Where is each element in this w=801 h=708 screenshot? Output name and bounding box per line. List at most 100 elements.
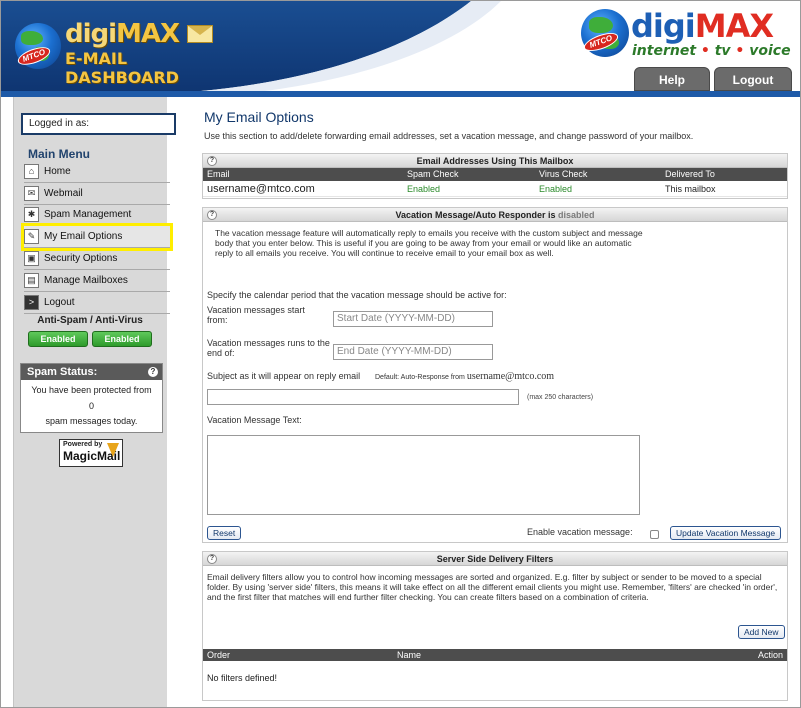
panel-title: Server Side Delivery Filters [436,554,554,564]
antivirus-enabled-button[interactable]: Enabled [92,331,152,347]
vacation-panel: ? Vacation Message/Auto Responder is dis… [202,207,788,543]
spam-status-box: Spam Status: ? You have been protected f… [20,363,163,433]
menu-title: Main Menu [28,147,90,161]
spam-status-line: spam messages today. [45,416,138,426]
column-header: Name [397,650,422,660]
panel-title: Email Addresses Using This Mailbox [416,156,574,166]
menu-item-webmail[interactable]: ✉ Webmail [24,183,170,205]
mailboxes-icon: ▤ [24,272,39,288]
delivered-to-cell: This mailbox [665,184,716,194]
lock-icon: ▣ [24,251,39,267]
subject-input[interactable] [207,389,519,405]
end-date-input[interactable]: End Date (YYYY-MM-DD) [333,344,493,360]
update-vacation-button[interactable]: Update Vacation Message [670,526,782,540]
start-date-label: Vacation messages start from: [207,305,305,325]
subject-default: Default: Auto-Response from username@mtc… [375,371,554,382]
menu-item-my-email-options[interactable]: ✎ My Email Options [21,223,173,252]
no-filters-message: No filters defined! [207,673,278,683]
table-header: Email Spam Check Virus Check Delivered T… [203,168,787,181]
help-tab[interactable]: Help [634,67,710,91]
subject-label: Subject as it will appear on reply email [207,371,361,381]
page-edge [795,97,800,707]
antispam-title: Anti-Spam / Anti-Virus [37,315,143,326]
help-icon[interactable]: ? [148,367,158,377]
mail-icon: ✉ [24,185,39,201]
email-cell: username@mtco.com [207,183,315,195]
app-frame: MTCO digiMAX E-MAIL DASHBOARD MTCO digiM… [0,0,801,708]
panel-header: ? Server Side Delivery Filters [203,552,787,566]
column-header: Spam Check [407,169,459,179]
help-icon[interactable]: ? [207,210,217,220]
wrench-icon: ✎ [24,229,39,245]
column-header: Email [207,169,230,179]
help-icon[interactable]: ? [207,554,217,564]
page-description: Use this section to add/delete forwardin… [204,131,694,141]
menu-item-spam-management[interactable]: ✱ Spam Management [24,205,170,227]
exit-icon: > [24,294,39,310]
home-icon: ⌂ [24,163,39,179]
filters-description: Email delivery filters allow you to cont… [207,572,778,602]
virus-check-cell: Enabled [539,184,573,194]
reset-button[interactable]: Reset [207,526,242,540]
menu-item-label: Home [44,165,71,177]
sidebar: Logged in as: Main Menu ⌂ Home ✉ Webmail… [13,97,176,707]
subject-default-email: username@mtco.com [466,371,555,382]
menu-item-security-options[interactable]: ▣ Security Options [24,248,170,270]
logo-title: digiMAX [631,7,774,45]
menu-item-label: Logout [44,296,75,308]
antispam-buttons: Enabled Enabled [28,331,152,347]
page-title: My Email Options [204,109,314,125]
subject-default-prefix: Default: Auto-Response from [375,374,467,381]
menu-item-home[interactable]: ⌂ Home [24,161,170,183]
header: MTCO digiMAX E-MAIL DASHBOARD MTCO digiM… [1,1,800,97]
vacation-intro: The vacation message feature will automa… [215,228,643,258]
enable-vacation-label: Enable vacation message: [527,527,633,537]
panel-title: Vacation Message/Auto Responder is [395,210,559,220]
bug-icon: ✱ [24,207,39,223]
logo-subtitle: E-MAIL DASHBOARD [65,49,179,87]
end-date-label: Vacation messages runs to the end of: [207,338,330,358]
enable-vacation-checkbox[interactable] [650,530,659,539]
menu-item-manage-mailboxes[interactable]: ▤ Manage Mailboxes [24,270,170,292]
logo-tagline: internet • tv • voice [632,43,791,59]
main-content: My Email Options Use this section to add… [202,97,788,707]
message-textarea[interactable] [207,435,640,515]
menu-item-label: Webmail [44,187,83,199]
menu-item-label: Spam Management [44,209,132,221]
magicmail-bolt-icon [107,443,119,457]
email-addresses-panel: ? Email Addresses Using This Mailbox Ema… [202,153,788,199]
column-header: Delivered To [665,169,715,179]
spam-status-title: Spam Status: [27,366,98,378]
column-header: Virus Check [539,169,588,179]
spam-count: 0 [88,400,94,411]
logout-tab[interactable]: Logout [714,67,792,91]
help-icon[interactable]: ? [207,156,217,166]
message-label: Vacation Message Text: [207,415,302,425]
menu-item-label: Security Options [44,253,118,265]
powered-by-magicmail-logo: Powered by MagicMail [59,439,123,467]
spam-status-line: You have been protected from [31,385,152,395]
dashboard-logo: MTCO digiMAX E-MAIL DASHBOARD [15,15,235,87]
envelope-icon [187,25,213,43]
delivery-filters-panel: ? Server Side Delivery Filters Email del… [202,551,788,701]
vacation-status: disabled [558,210,595,220]
column-header: Action [757,650,783,660]
spam-check-cell: Enabled [407,184,441,194]
table-row[interactable]: username@mtco.com Enabled Enabled This m… [203,181,787,197]
menu-item-label: Manage Mailboxes [44,274,128,286]
antispam-enabled-button[interactable]: Enabled [28,331,88,347]
add-new-filter-button[interactable]: Add New [738,625,785,639]
logo-title: digiMAX [65,19,180,49]
spam-status-body: You have been protected from 0 spam mess… [21,380,162,430]
top-nav: Help Logout [634,67,792,91]
column-header: Order [207,650,231,660]
digimax-logo: MTCO digiMAX internet • tv • voice [581,7,796,67]
menu-item-logout[interactable]: > Logout [24,292,170,314]
period-label: Specify the calendar period that the vac… [207,290,507,300]
logged-in-box: Logged in as: [21,113,176,135]
start-date-input[interactable]: Start Date (YYYY-MM-DD) [333,311,493,327]
panel-header: ? Vacation Message/Auto Responder is dis… [203,208,787,222]
spam-status-header: Spam Status: ? [21,364,162,380]
filters-table-header: Order Name Action [203,649,787,661]
main-menu: ⌂ Home ✉ Webmail ✱ Spam Management ✎ My … [21,161,173,314]
